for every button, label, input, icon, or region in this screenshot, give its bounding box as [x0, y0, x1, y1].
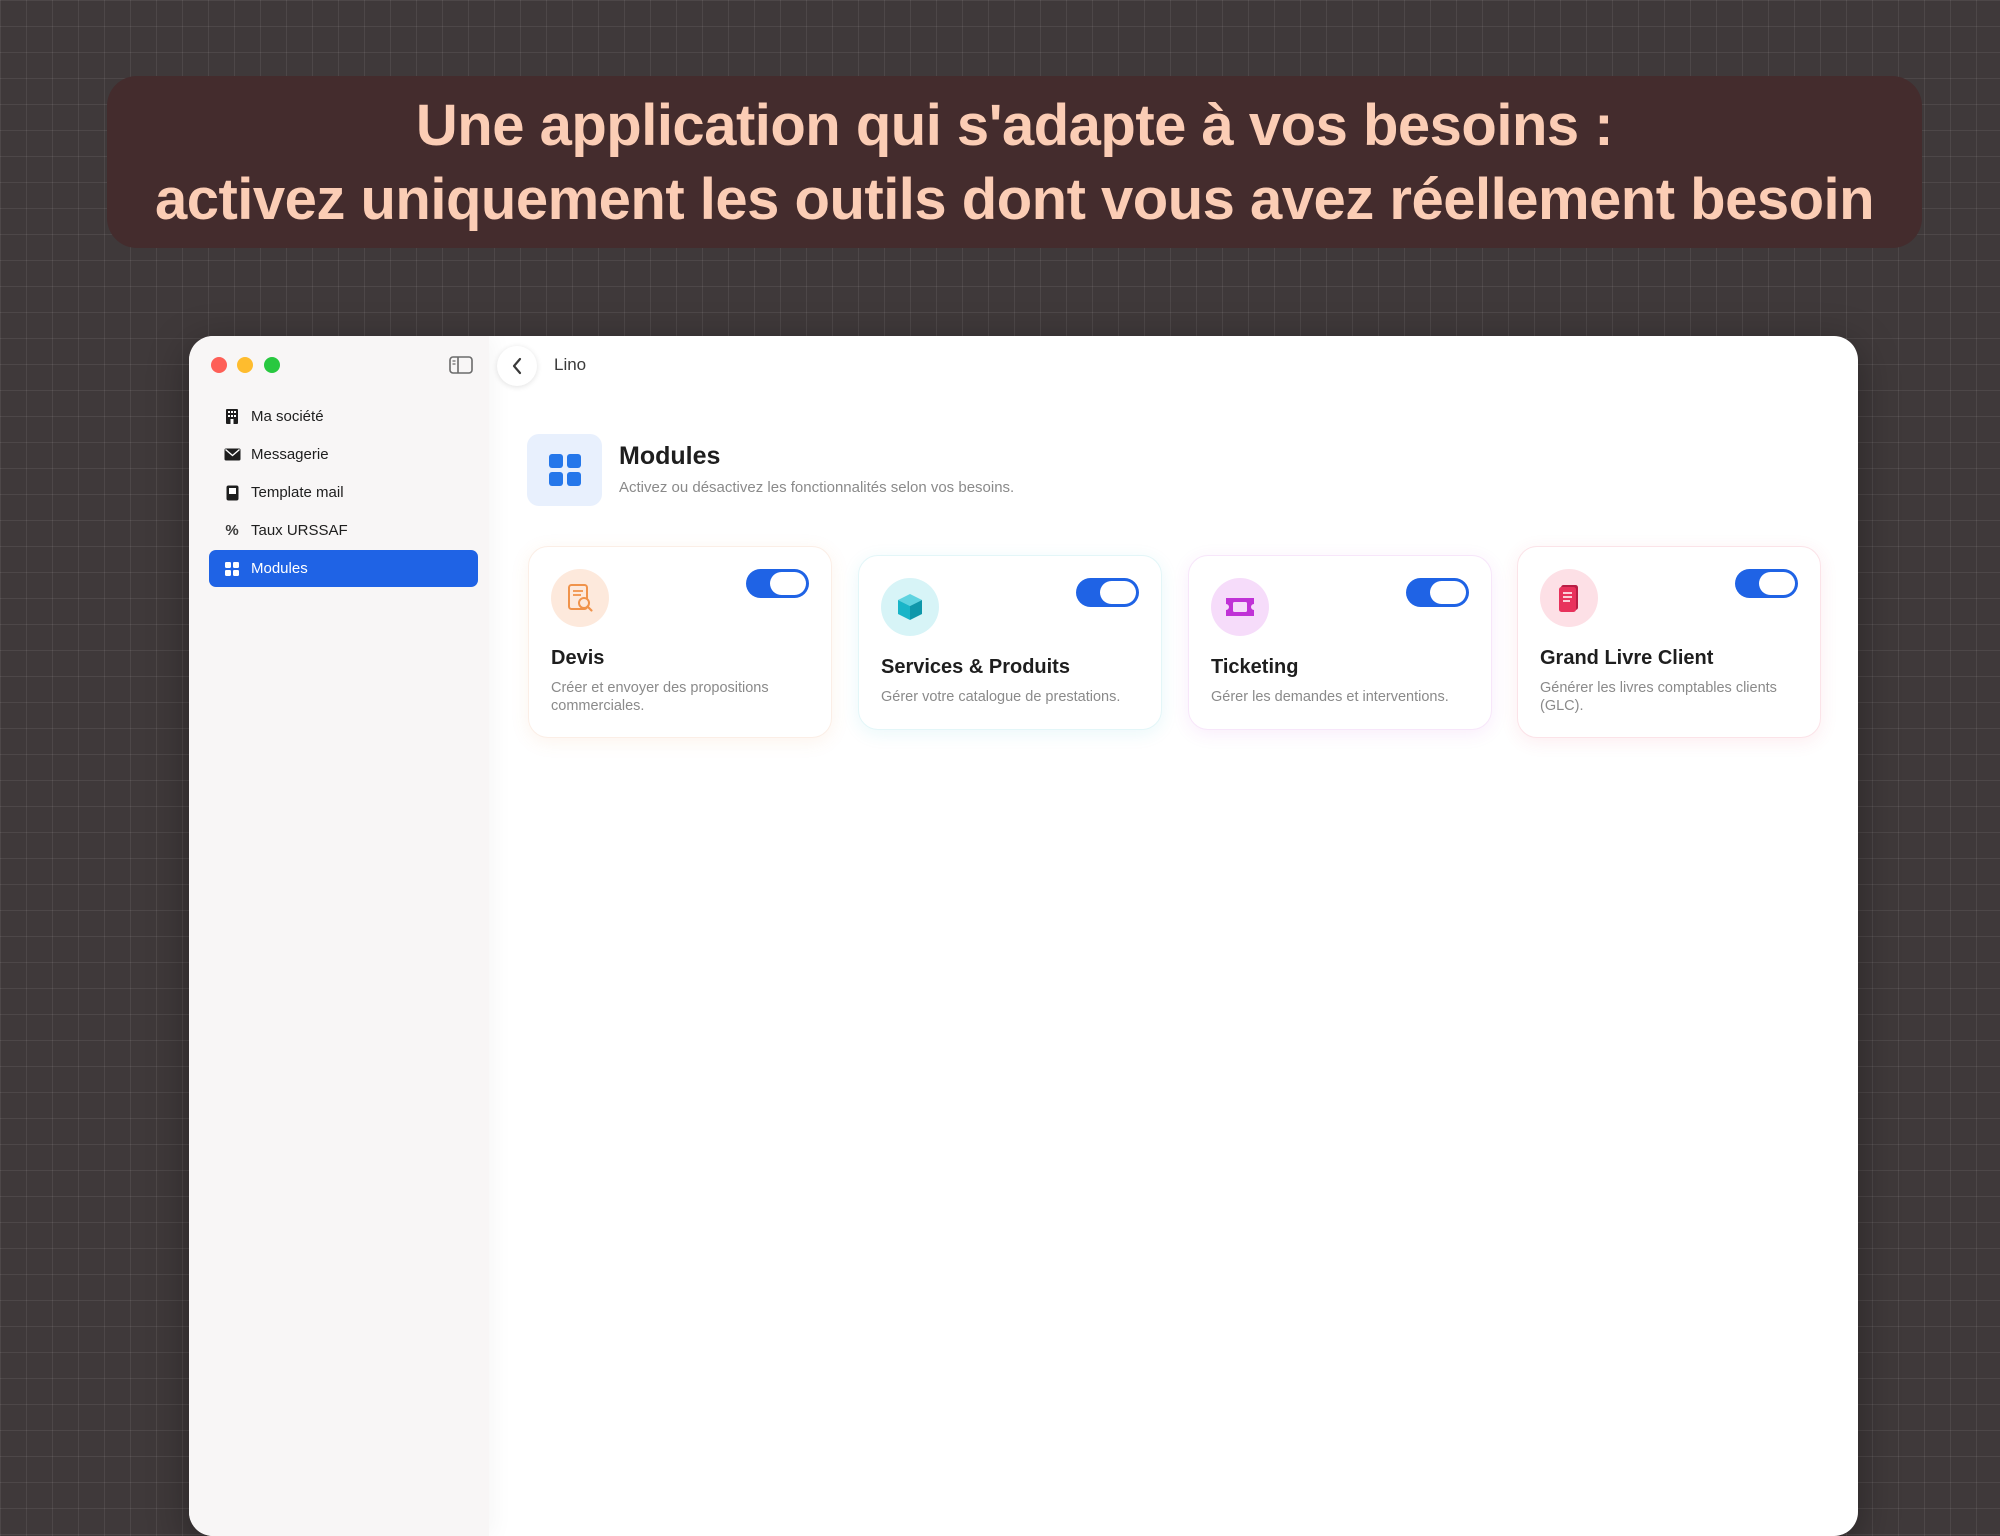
back-button[interactable]: [497, 346, 537, 386]
module-card-devis: Devis Créer et envoyer des propositions …: [528, 546, 832, 738]
sidebar-item-messagerie[interactable]: Messagerie: [209, 436, 478, 473]
toggle-knob: [1759, 572, 1795, 595]
minimize-window-button[interactable]: [237, 357, 253, 373]
page-title: Modules: [619, 442, 721, 470]
toggle-knob: [1100, 581, 1136, 604]
cube-icon: [881, 578, 939, 636]
percent-icon: %: [225, 522, 239, 539]
toggle-knob: [1430, 581, 1466, 604]
module-description: Gérer votre catalogue de prestations.: [881, 689, 1121, 705]
ledger-book-icon: [1540, 569, 1598, 627]
grid-icon: [223, 560, 241, 578]
module-title: Ticketing: [1211, 656, 1299, 678]
module-card-ticketing: Ticketing Gérer les demandes et interven…: [1188, 555, 1492, 730]
quote-search-icon: [551, 569, 609, 627]
module-toggle-ticketing[interactable]: [1406, 578, 1469, 607]
sidebar-item-label: Modules: [251, 560, 308, 577]
sidebar-item-label: Ma société: [251, 408, 324, 425]
envelope-icon: [223, 446, 241, 464]
app-window: Ma société Messagerie Template mail % Ta…: [189, 336, 1858, 1536]
grid-icon: [548, 454, 581, 486]
module-card-grand-livre-client: Grand Livre Client Générer les livres co…: [1517, 546, 1821, 738]
headline-banner: Une application qui s'adapte à vos besoi…: [107, 76, 1922, 248]
module-title: Grand Livre Client: [1540, 647, 1714, 669]
sidebar-icon[interactable]: [449, 355, 473, 375]
page-subtitle: Activez ou désactivez les fonctionnalité…: [619, 479, 1015, 496]
building-icon: [223, 408, 241, 426]
sidebar-item-taux-urssaf[interactable]: % Taux URSSAF: [209, 512, 478, 549]
modules-header-icon: [527, 434, 602, 506]
module-title: Devis: [551, 647, 605, 669]
module-toggle-devis[interactable]: [746, 569, 809, 598]
sidebar-nav: Ma société Messagerie Template mail % Ta…: [209, 398, 478, 588]
sidebar-item-modules[interactable]: Modules: [209, 550, 478, 587]
module-card-services-produits: Services & Produits Gérer votre catalogu…: [858, 555, 1162, 730]
headline-line-1: Une application qui s'adapte à vos besoi…: [415, 93, 1614, 158]
sidebar-item-label: Taux URSSAF: [251, 522, 348, 539]
toggle-knob: [770, 572, 806, 595]
headline-line-2: activez uniquement les outils dont vous …: [154, 167, 1875, 232]
zoom-window-button[interactable]: [264, 357, 280, 373]
close-window-button[interactable]: [211, 357, 227, 373]
sidebar-item-template-mail[interactable]: Template mail: [209, 474, 478, 511]
sidebar-item-label: Messagerie: [251, 446, 329, 463]
sidebar: Ma société Messagerie Template mail % Ta…: [189, 336, 489, 1536]
template-icon: [223, 484, 241, 502]
module-description: Gérer les demandes et interventions.: [1211, 689, 1449, 705]
module-toggle-services-produits[interactable]: [1076, 578, 1139, 607]
chevron-left-icon: [511, 357, 523, 375]
module-description: Générer les livres comptables clients (G…: [1540, 680, 1777, 714]
module-title: Services & Produits: [881, 656, 1070, 678]
breadcrumb: Lino: [554, 355, 587, 374]
module-toggle-grand-livre-client[interactable]: [1735, 569, 1798, 598]
module-description: Créer et envoyer des propositions commer…: [551, 680, 769, 714]
sidebar-item-label: Template mail: [251, 484, 344, 501]
sidebar-item-ma-societe[interactable]: Ma société: [209, 398, 478, 435]
ticket-icon: [1211, 578, 1269, 636]
